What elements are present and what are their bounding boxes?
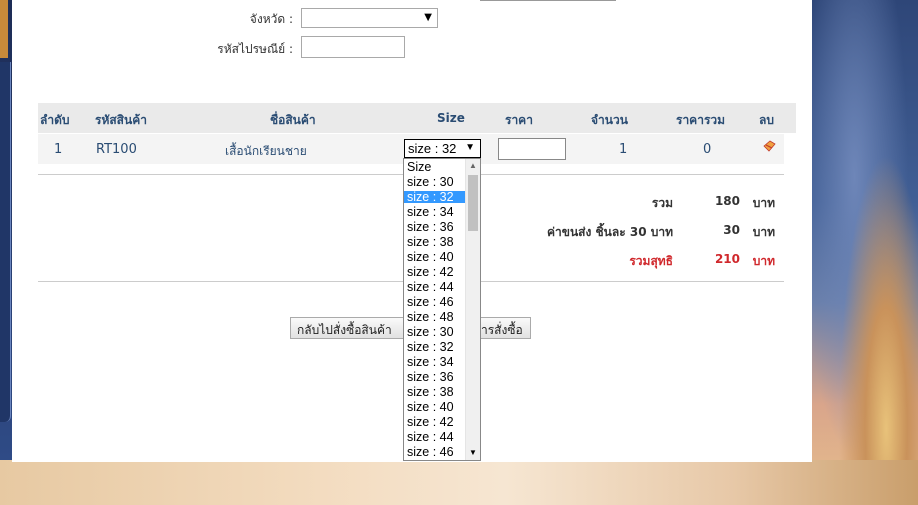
net-label: รวมสุทธิ xyxy=(629,254,673,268)
scroll-up-icon[interactable]: ▲ xyxy=(466,159,480,173)
size-option[interactable]: size : 44 xyxy=(404,281,466,294)
postcode-input[interactable] xyxy=(301,36,405,58)
confirm-order-button[interactable]: ารสั่งซื้อ xyxy=(478,317,531,339)
sum-label: รวม xyxy=(651,196,673,210)
col-name: ชื่อสินค้า xyxy=(270,113,316,127)
size-select-value: size : 32 xyxy=(408,141,457,156)
scroll-down-icon[interactable]: ▼ xyxy=(466,446,480,460)
size-option[interactable]: size : 44 xyxy=(404,431,466,444)
postcode-label: รหัสไปรษณีย์ : xyxy=(217,42,293,56)
net-unit: บาท xyxy=(752,254,775,268)
left-background xyxy=(0,0,12,460)
col-qty: จำนวน xyxy=(591,113,628,127)
address-field-underline xyxy=(480,0,616,1)
size-option[interactable]: size : 34 xyxy=(404,356,466,369)
left-side-panel xyxy=(0,62,11,422)
size-option[interactable]: size : 48 xyxy=(404,311,466,324)
size-option[interactable]: size : 42 xyxy=(404,416,466,429)
left-tab-accent xyxy=(0,0,8,58)
price-input[interactable] xyxy=(498,138,566,160)
size-option[interactable]: size : 40 xyxy=(404,401,466,414)
size-dropdown-list[interactable]: Size size : 30 size : 32 size : 34 size : 36… xyxy=(403,158,481,461)
right-background xyxy=(812,0,918,505)
province-select[interactable]: ▼ xyxy=(301,8,438,28)
size-option[interactable]: size : 32 xyxy=(404,191,466,203)
col-total: ราคารวม xyxy=(676,113,726,127)
size-option[interactable]: size : 30 xyxy=(404,176,466,189)
dropdown-scrollbar[interactable]: ▲ ▼ xyxy=(465,159,480,460)
col-index: ลำดับ xyxy=(40,113,70,127)
bottom-background xyxy=(0,460,918,505)
cart-table-header: ลำดับ รหัสสินค้า ชื่อสินค้า Size ราคา จำ… xyxy=(38,103,796,133)
row-name: เสื้อนักเรียนชาย xyxy=(225,144,307,158)
row-total: 0 xyxy=(703,142,712,157)
size-option[interactable]: size : 46 xyxy=(404,296,466,309)
size-select[interactable]: size : 32 ▼ xyxy=(404,139,481,158)
delete-icon[interactable] xyxy=(762,140,776,152)
col-code: รหัสสินค้า xyxy=(95,113,147,127)
col-size: Size xyxy=(437,111,465,125)
size-option[interactable]: size : 38 xyxy=(404,236,466,249)
col-delete: ลบ xyxy=(759,113,774,127)
sum-unit: บาท xyxy=(752,196,775,210)
chevron-down-icon: ▼ xyxy=(465,142,475,153)
back-to-shop-button[interactable]: กลับไปสั่งซื้อสินค้า xyxy=(290,317,406,339)
chevron-down-icon: ▼ xyxy=(424,12,432,23)
size-option[interactable]: size : 36 xyxy=(404,371,466,384)
size-option[interactable]: size : 40 xyxy=(404,251,466,264)
size-option[interactable]: size : 34 xyxy=(404,206,466,219)
col-price: ราคา xyxy=(505,113,533,127)
shipping-value: 30 xyxy=(723,223,740,237)
size-option[interactable]: size : 32 xyxy=(404,341,466,354)
size-option[interactable]: size : 36 xyxy=(404,221,466,234)
row-index: 1 xyxy=(54,142,63,157)
size-option[interactable]: size : 42 xyxy=(404,266,466,279)
size-option[interactable]: size : 30 xyxy=(404,326,466,339)
size-option[interactable]: size : 38 xyxy=(404,386,466,399)
row-code: RT100 xyxy=(96,142,137,157)
sum-value: 180 xyxy=(714,194,740,208)
scrollbar-thumb[interactable] xyxy=(468,175,478,231)
province-label: จังหวัด : xyxy=(249,12,293,26)
net-value: 210 xyxy=(714,252,740,266)
size-option[interactable]: Size xyxy=(404,161,466,174)
shipping-label: ค่าขนส่ง ชิ้นละ 30 บาท xyxy=(547,225,673,239)
size-option[interactable]: size : 46 xyxy=(404,446,466,459)
shipping-unit: บาท xyxy=(752,225,775,239)
row-qty: 1 xyxy=(619,142,628,157)
